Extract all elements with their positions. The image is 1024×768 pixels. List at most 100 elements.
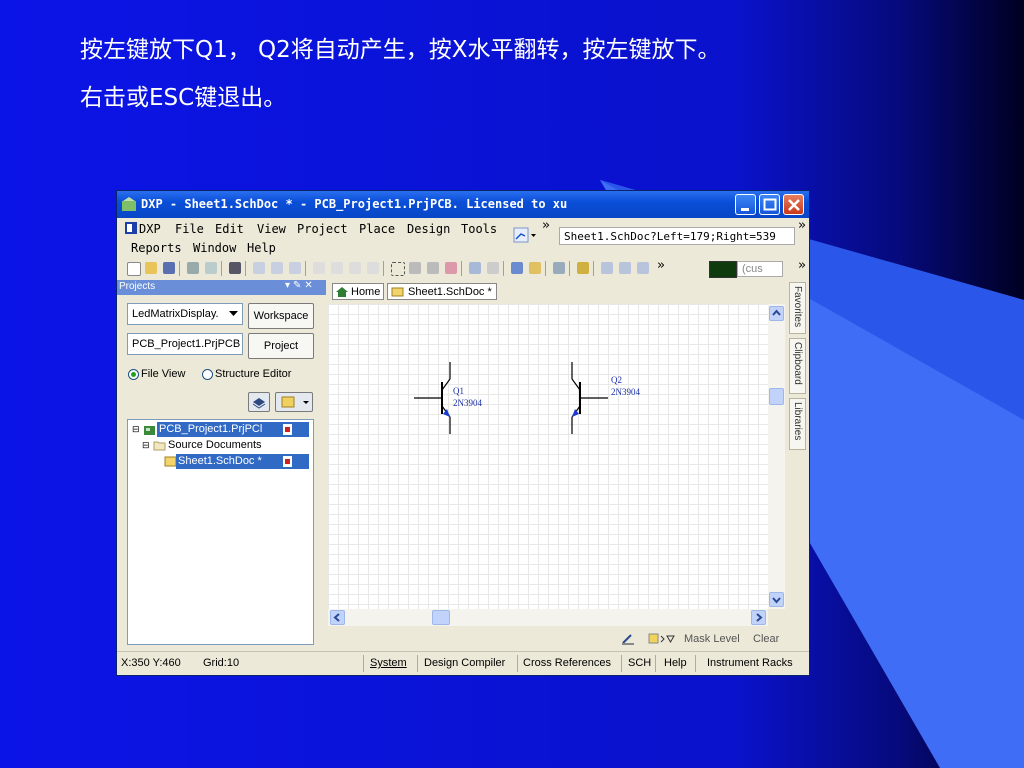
grid-size: Grid:10 <box>203 657 240 669</box>
tab-home[interactable]: Home <box>332 283 384 300</box>
toolbar-chevron-2[interactable]: » <box>798 218 806 233</box>
structure-editor-radio[interactable] <box>202 369 213 380</box>
undo-icon[interactable] <box>469 262 481 274</box>
sch-button[interactable]: SCH <box>628 657 651 669</box>
toolbar-chevron-1[interactable]: » <box>542 218 550 233</box>
maximize-button[interactable] <box>759 194 780 215</box>
clear-mask-button[interactable]: Clear <box>753 633 779 645</box>
compile-button[interactable] <box>248 392 270 412</box>
wire-tool-icon[interactable] <box>513 227 537 243</box>
tree-row-source-documents[interactable]: Source Documents <box>168 439 262 451</box>
filter-brush-icon[interactable] <box>620 632 636 646</box>
menu-place[interactable]: Place <box>359 222 395 236</box>
panel-controls[interactable]: ▾✎✕ <box>285 280 316 291</box>
project-button[interactable]: Project <box>248 333 314 359</box>
rubber-stamp-icon[interactable] <box>367 262 379 274</box>
menu-file[interactable]: File <box>175 222 204 236</box>
color-combo[interactable]: (cus <box>737 261 783 277</box>
close-button[interactable] <box>783 194 804 215</box>
layers-icon <box>252 398 266 409</box>
horizontal-scroll-thumb[interactable] <box>432 610 450 625</box>
save-icon[interactable] <box>163 262 175 274</box>
system-button[interactable]: System <box>370 657 407 669</box>
modified-doc-icon <box>283 456 292 467</box>
paste-icon[interactable] <box>349 262 361 274</box>
menu-dxp[interactable]: DXP <box>139 222 161 236</box>
minimize-button[interactable] <box>735 194 756 215</box>
cross-references-button[interactable]: Cross References <box>523 657 611 669</box>
color-swatch[interactable] <box>709 261 737 278</box>
project-options-button[interactable] <box>275 392 313 412</box>
schematic-canvas[interactable]: Q1 2N3904 Q2 2N3904 <box>328 304 768 609</box>
menu-window[interactable]: Window <box>193 241 236 255</box>
clear-filter-icon[interactable] <box>445 262 457 274</box>
tab-clipboard[interactable]: Clipboard <box>789 338 806 394</box>
menu-design[interactable]: Design <box>407 222 450 236</box>
pcb-project-icon <box>144 426 155 435</box>
cut-icon[interactable] <box>313 262 325 274</box>
toolbar-chevron-4[interactable]: » <box>798 258 806 273</box>
power-port-icon[interactable] <box>637 262 649 274</box>
workspace-button[interactable]: Workspace <box>248 303 314 329</box>
instrument-racks-button[interactable]: Instrument Racks <box>707 657 793 669</box>
document-folder-icon <box>281 396 309 408</box>
tree-row-project[interactable]: PCB_Project1.PrjPCl <box>157 422 309 437</box>
redo-icon[interactable] <box>487 262 499 274</box>
component-icon[interactable] <box>229 262 241 274</box>
help-advisor-icon[interactable] <box>577 262 589 274</box>
scroll-left-button[interactable] <box>330 610 345 625</box>
hierarchy-icon[interactable] <box>511 262 523 274</box>
scroll-up-button[interactable] <box>769 306 784 321</box>
bus-icon[interactable] <box>601 262 613 274</box>
print-icon[interactable] <box>187 262 199 274</box>
transistor-q1[interactable] <box>414 362 451 434</box>
zoom-fit-icon[interactable] <box>253 262 265 274</box>
transistor-q2[interactable] <box>571 362 608 434</box>
menu-project[interactable]: Project <box>297 222 348 236</box>
dxp-window: DXP - Sheet1.SchDoc * - PCB_Project1.Prj… <box>116 190 810 676</box>
title-bar[interactable]: DXP - Sheet1.SchDoc * - PCB_Project1.Prj… <box>117 191 809 218</box>
collapse-icon[interactable]: ⊟ <box>132 424 140 435</box>
select-filter-icon[interactable] <box>648 633 676 645</box>
help-button[interactable]: Help <box>664 657 687 669</box>
zoom-area-icon[interactable] <box>271 262 283 274</box>
document-path-combo[interactable]: Sheet1.SchDoc?Left=179;Right=539 <box>559 227 795 245</box>
workspace-combo[interactable]: LedMatrixDisplay. <box>127 303 243 325</box>
arrow-down-icon <box>772 597 781 604</box>
new-icon[interactable] <box>127 262 141 276</box>
scroll-down-button[interactable] <box>769 592 784 607</box>
menu-help[interactable]: Help <box>247 241 276 255</box>
tab-sheet1[interactable]: Sheet1.SchDoc * <box>387 283 497 300</box>
horizontal-scrollbar[interactable] <box>328 609 768 626</box>
open-icon[interactable] <box>145 262 157 274</box>
net-label-icon[interactable] <box>619 262 631 274</box>
modified-doc-icon <box>283 424 292 435</box>
copy-icon[interactable] <box>331 262 343 274</box>
collapse-icon[interactable]: ⊟ <box>142 440 150 451</box>
mask-level-label[interactable]: Mask Level <box>684 633 740 645</box>
browse-library-icon[interactable] <box>553 262 565 274</box>
menu-edit[interactable]: Edit <box>215 222 244 236</box>
tree-row-sheet[interactable]: Sheet1.SchDoc * <box>176 454 309 469</box>
deselect-icon[interactable] <box>427 262 439 274</box>
tab-favorites[interactable]: Favorites <box>789 282 806 334</box>
cross-probe-icon[interactable] <box>529 262 541 274</box>
file-view-radio[interactable] <box>128 369 139 380</box>
schematic-doc-icon <box>391 287 404 297</box>
document-path: Sheet1.SchDoc?Left=179;Right=539 <box>564 230 776 243</box>
print-preview-icon[interactable] <box>205 262 217 274</box>
vertical-scroll-thumb[interactable] <box>769 388 784 405</box>
tab-libraries[interactable]: Libraries <box>789 398 806 450</box>
project-field[interactable]: PCB_Project1.PrjPCB <box>127 333 243 355</box>
select-area-icon[interactable] <box>391 262 405 276</box>
menu-view[interactable]: View <box>257 222 286 236</box>
menu-reports[interactable]: Reports <box>131 241 182 255</box>
zoom-selected-icon[interactable] <box>289 262 301 274</box>
design-compiler-button[interactable]: Design Compiler <box>424 657 505 669</box>
vertical-scrollbar[interactable] <box>768 304 785 609</box>
projects-panel: LedMatrixDisplay. Workspace PCB_Project1… <box>117 295 326 651</box>
toolbar-chevron-3[interactable]: » <box>657 258 665 273</box>
menu-tools[interactable]: Tools <box>461 222 497 236</box>
scroll-right-button[interactable] <box>751 610 766 625</box>
move-icon[interactable] <box>409 262 421 274</box>
